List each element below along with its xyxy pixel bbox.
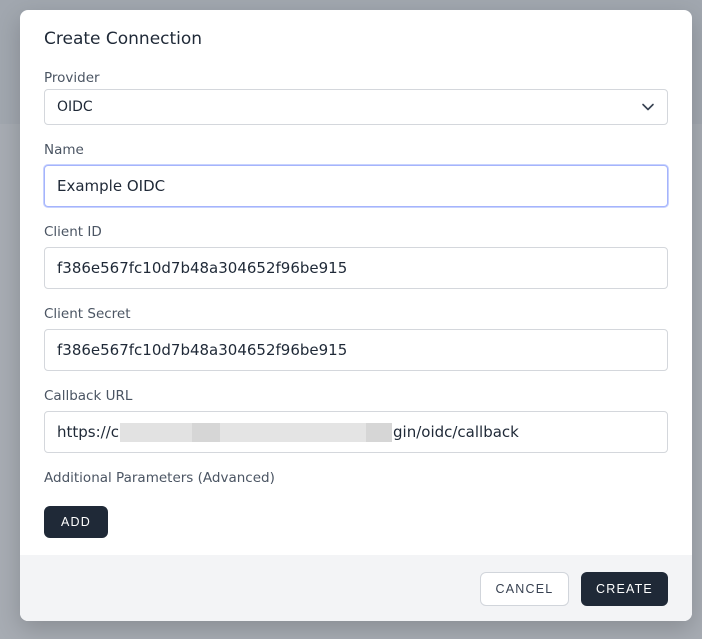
provider-label: Provider [44, 70, 100, 86]
provider-selected-value: OIDC [57, 99, 93, 115]
client-id-value: f386e567fc10d7b48a304652f96be915 [57, 259, 348, 277]
client-secret-value: f386e567fc10d7b48a304652f96be915 [57, 341, 348, 359]
client-secret-input[interactable]: f386e567fc10d7b48a304652f96be915 [44, 329, 668, 371]
cancel-button[interactable]: CANCEL [480, 572, 569, 606]
callback-url-suffix: gin/oidc/callback [393, 423, 519, 441]
client-id-label: Client ID [44, 224, 102, 240]
create-connection-dialog: Create Connection Provider OIDC Name Exa… [20, 10, 692, 621]
add-parameter-button[interactable]: ADD [44, 506, 108, 538]
additional-parameters-label: Additional Parameters (Advanced) [44, 470, 275, 486]
dialog-footer: CANCEL CREATE [20, 555, 692, 621]
create-button[interactable]: CREATE [581, 572, 668, 606]
dialog-body: Create Connection Provider OIDC Name Exa… [20, 10, 692, 555]
callback-url-prefix: https://c [57, 423, 120, 441]
name-input-value: Example OIDC [57, 177, 166, 195]
chevron-down-icon [642, 103, 654, 111]
client-id-input[interactable]: f386e567fc10d7b48a304652f96be915 [44, 247, 668, 289]
callback-url-input[interactable]: https://c gin/oidc/callback [44, 411, 668, 453]
client-secret-label: Client Secret [44, 306, 131, 322]
callback-url-label: Callback URL [44, 388, 133, 404]
name-input[interactable]: Example OIDC [44, 165, 668, 207]
dialog-title: Create Connection [44, 29, 203, 49]
provider-select[interactable]: OIDC [44, 89, 668, 125]
name-label: Name [44, 142, 84, 158]
redacted-region [120, 422, 393, 442]
